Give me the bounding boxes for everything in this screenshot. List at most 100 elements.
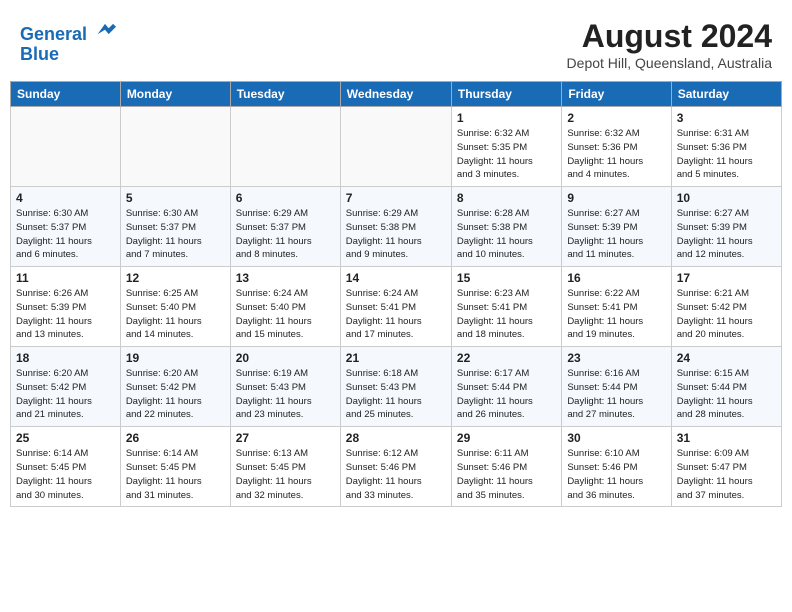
day-info: Sunrise: 6:14 AMSunset: 5:45 PMDaylight:… <box>16 447 115 502</box>
calendar-cell: 30Sunrise: 6:10 AMSunset: 5:46 PMDayligh… <box>562 427 671 507</box>
day-info: Sunrise: 6:28 AMSunset: 5:38 PMDaylight:… <box>457 207 556 262</box>
calendar-table: SundayMondayTuesdayWednesdayThursdayFrid… <box>10 81 782 507</box>
day-info: Sunrise: 6:15 AMSunset: 5:44 PMDaylight:… <box>677 367 776 422</box>
day-number: 4 <box>16 191 115 205</box>
day-info: Sunrise: 6:24 AMSunset: 5:40 PMDaylight:… <box>236 287 335 342</box>
day-info: Sunrise: 6:19 AMSunset: 5:43 PMDaylight:… <box>236 367 335 422</box>
calendar-cell: 28Sunrise: 6:12 AMSunset: 5:46 PMDayligh… <box>340 427 451 507</box>
weekday-header-thursday: Thursday <box>451 82 561 107</box>
day-number: 26 <box>126 431 225 445</box>
day-info: Sunrise: 6:16 AMSunset: 5:44 PMDaylight:… <box>567 367 665 422</box>
day-number: 31 <box>677 431 776 445</box>
calendar-cell: 17Sunrise: 6:21 AMSunset: 5:42 PMDayligh… <box>671 267 781 347</box>
day-info: Sunrise: 6:20 AMSunset: 5:42 PMDaylight:… <box>126 367 225 422</box>
weekday-header-saturday: Saturday <box>671 82 781 107</box>
calendar-cell <box>11 107 121 187</box>
day-number: 21 <box>346 351 446 365</box>
calendar-cell <box>120 107 230 187</box>
calendar-week-5: 25 Sunrise: 6:14 AMSunset: 5:45 PMDayligh… <box>11 427 782 507</box>
calendar-week-4: 18 Sunrise: 6:20 AMSunset: 5:42 PMDayligh… <box>11 347 782 427</box>
calendar-cell <box>230 107 340 187</box>
day-info: Sunrise: 6:31 AMSunset: 5:36 PMDaylight:… <box>677 127 776 182</box>
weekday-header-row: SundayMondayTuesdayWednesdayThursdayFrid… <box>11 82 782 107</box>
calendar-cell: 29Sunrise: 6:11 AMSunset: 5:46 PMDayligh… <box>451 427 561 507</box>
day-number: 9 <box>567 191 665 205</box>
day-info: Sunrise: 6:22 AMSunset: 5:41 PMDaylight:… <box>567 287 665 342</box>
day-number: 2 <box>567 111 665 125</box>
calendar-cell: 4 Sunrise: 6:30 AMSunset: 5:37 PMDaylight… <box>11 187 121 267</box>
calendar-cell: 25 Sunrise: 6:14 AMSunset: 5:45 PMDayligh… <box>11 427 121 507</box>
calendar-cell: 6 Sunrise: 6:29 AMSunset: 5:37 PMDaylight… <box>230 187 340 267</box>
day-info: Sunrise: 6:32 AMSunset: 5:35 PMDaylight:… <box>457 127 556 182</box>
day-number: 17 <box>677 271 776 285</box>
calendar-cell: 14Sunrise: 6:24 AMSunset: 5:41 PMDayligh… <box>340 267 451 347</box>
day-number: 22 <box>457 351 556 365</box>
day-number: 6 <box>236 191 335 205</box>
calendar-cell: 13 Sunrise: 6:24 AMSunset: 5:40 PMDayligh… <box>230 267 340 347</box>
day-info: Sunrise: 6:29 AMSunset: 5:38 PMDaylight:… <box>346 207 446 262</box>
day-number: 14 <box>346 271 446 285</box>
day-info: Sunrise: 6:14 AMSunset: 5:45 PMDaylight:… <box>126 447 225 502</box>
logo: General Blue <box>20 18 116 65</box>
calendar-cell: 24 Sunrise: 6:15 AMSunset: 5:44 PMDayligh… <box>671 347 781 427</box>
day-number: 23 <box>567 351 665 365</box>
calendar-cell: 2 Sunrise: 6:32 AMSunset: 5:36 PMDaylight… <box>562 107 671 187</box>
calendar-cell: 18 Sunrise: 6:20 AMSunset: 5:42 PMDayligh… <box>11 347 121 427</box>
calendar-cell: 7 Sunrise: 6:29 AMSunset: 5:38 PMDaylight… <box>340 187 451 267</box>
day-info: Sunrise: 6:29 AMSunset: 5:37 PMDaylight:… <box>236 207 335 262</box>
day-number: 19 <box>126 351 225 365</box>
calendar-cell: 20 Sunrise: 6:19 AMSunset: 5:43 PMDayligh… <box>230 347 340 427</box>
day-number: 1 <box>457 111 556 125</box>
day-number: 13 <box>236 271 335 285</box>
day-info: Sunrise: 6:17 AMSunset: 5:44 PMDaylight:… <box>457 367 556 422</box>
calendar-cell: 5 Sunrise: 6:30 AMSunset: 5:37 PMDaylight… <box>120 187 230 267</box>
day-info: Sunrise: 6:20 AMSunset: 5:42 PMDaylight:… <box>16 367 115 422</box>
calendar-cell: 26 Sunrise: 6:14 AMSunset: 5:45 PMDayligh… <box>120 427 230 507</box>
logo-bird-icon <box>94 18 116 40</box>
calendar-cell: 9 Sunrise: 6:27 AMSunset: 5:39 PMDaylight… <box>562 187 671 267</box>
day-number: 25 <box>16 431 115 445</box>
day-info: Sunrise: 6:32 AMSunset: 5:36 PMDaylight:… <box>567 127 665 182</box>
day-info: Sunrise: 6:13 AMSunset: 5:45 PMDaylight:… <box>236 447 335 502</box>
day-info: Sunrise: 6:30 AMSunset: 5:37 PMDaylight:… <box>16 207 115 262</box>
day-number: 8 <box>457 191 556 205</box>
month-title: August 2024 <box>567 18 772 55</box>
weekday-header-sunday: Sunday <box>11 82 121 107</box>
weekday-header-friday: Friday <box>562 82 671 107</box>
calendar-cell: 11Sunrise: 6:26 AMSunset: 5:39 PMDayligh… <box>11 267 121 347</box>
calendar-cell: 16 Sunrise: 6:22 AMSunset: 5:41 PMDayligh… <box>562 267 671 347</box>
calendar-cell: 1 Sunrise: 6:32 AMSunset: 5:35 PMDaylight… <box>451 107 561 187</box>
day-number: 29 <box>457 431 556 445</box>
day-number: 12 <box>126 271 225 285</box>
calendar-cell: 22 Sunrise: 6:17 AMSunset: 5:44 PMDayligh… <box>451 347 561 427</box>
day-number: 16 <box>567 271 665 285</box>
calendar-cell: 3 Sunrise: 6:31 AMSunset: 5:36 PMDaylight… <box>671 107 781 187</box>
day-info: Sunrise: 6:10 AMSunset: 5:46 PMDaylight:… <box>567 447 665 502</box>
day-number: 24 <box>677 351 776 365</box>
day-number: 28 <box>346 431 446 445</box>
day-number: 3 <box>677 111 776 125</box>
day-number: 10 <box>677 191 776 205</box>
weekday-header-wednesday: Wednesday <box>340 82 451 107</box>
location-subtitle: Depot Hill, Queensland, Australia <box>567 55 772 71</box>
calendar-week-3: 11Sunrise: 6:26 AMSunset: 5:39 PMDayligh… <box>11 267 782 347</box>
day-number: 5 <box>126 191 225 205</box>
day-number: 27 <box>236 431 335 445</box>
day-info: Sunrise: 6:09 AMSunset: 5:47 PMDaylight:… <box>677 447 776 502</box>
day-number: 18 <box>16 351 115 365</box>
day-info: Sunrise: 6:27 AMSunset: 5:39 PMDaylight:… <box>567 207 665 262</box>
day-number: 11 <box>16 271 115 285</box>
day-info: Sunrise: 6:30 AMSunset: 5:37 PMDaylight:… <box>126 207 225 262</box>
calendar-cell: 8 Sunrise: 6:28 AMSunset: 5:38 PMDaylight… <box>451 187 561 267</box>
calendar-cell: 12 Sunrise: 6:25 AMSunset: 5:40 PMDayligh… <box>120 267 230 347</box>
calendar-week-2: 4 Sunrise: 6:30 AMSunset: 5:37 PMDaylight… <box>11 187 782 267</box>
day-number: 20 <box>236 351 335 365</box>
day-number: 7 <box>346 191 446 205</box>
calendar-week-1: 1 Sunrise: 6:32 AMSunset: 5:35 PMDaylight… <box>11 107 782 187</box>
day-number: 15 <box>457 271 556 285</box>
calendar-cell: 23 Sunrise: 6:16 AMSunset: 5:44 PMDayligh… <box>562 347 671 427</box>
page-header: General Blue August 2024 Depot Hill, Que… <box>10 10 782 75</box>
day-info: Sunrise: 6:27 AMSunset: 5:39 PMDaylight:… <box>677 207 776 262</box>
day-info: Sunrise: 6:25 AMSunset: 5:40 PMDaylight:… <box>126 287 225 342</box>
calendar-cell: 19 Sunrise: 6:20 AMSunset: 5:42 PMDayligh… <box>120 347 230 427</box>
